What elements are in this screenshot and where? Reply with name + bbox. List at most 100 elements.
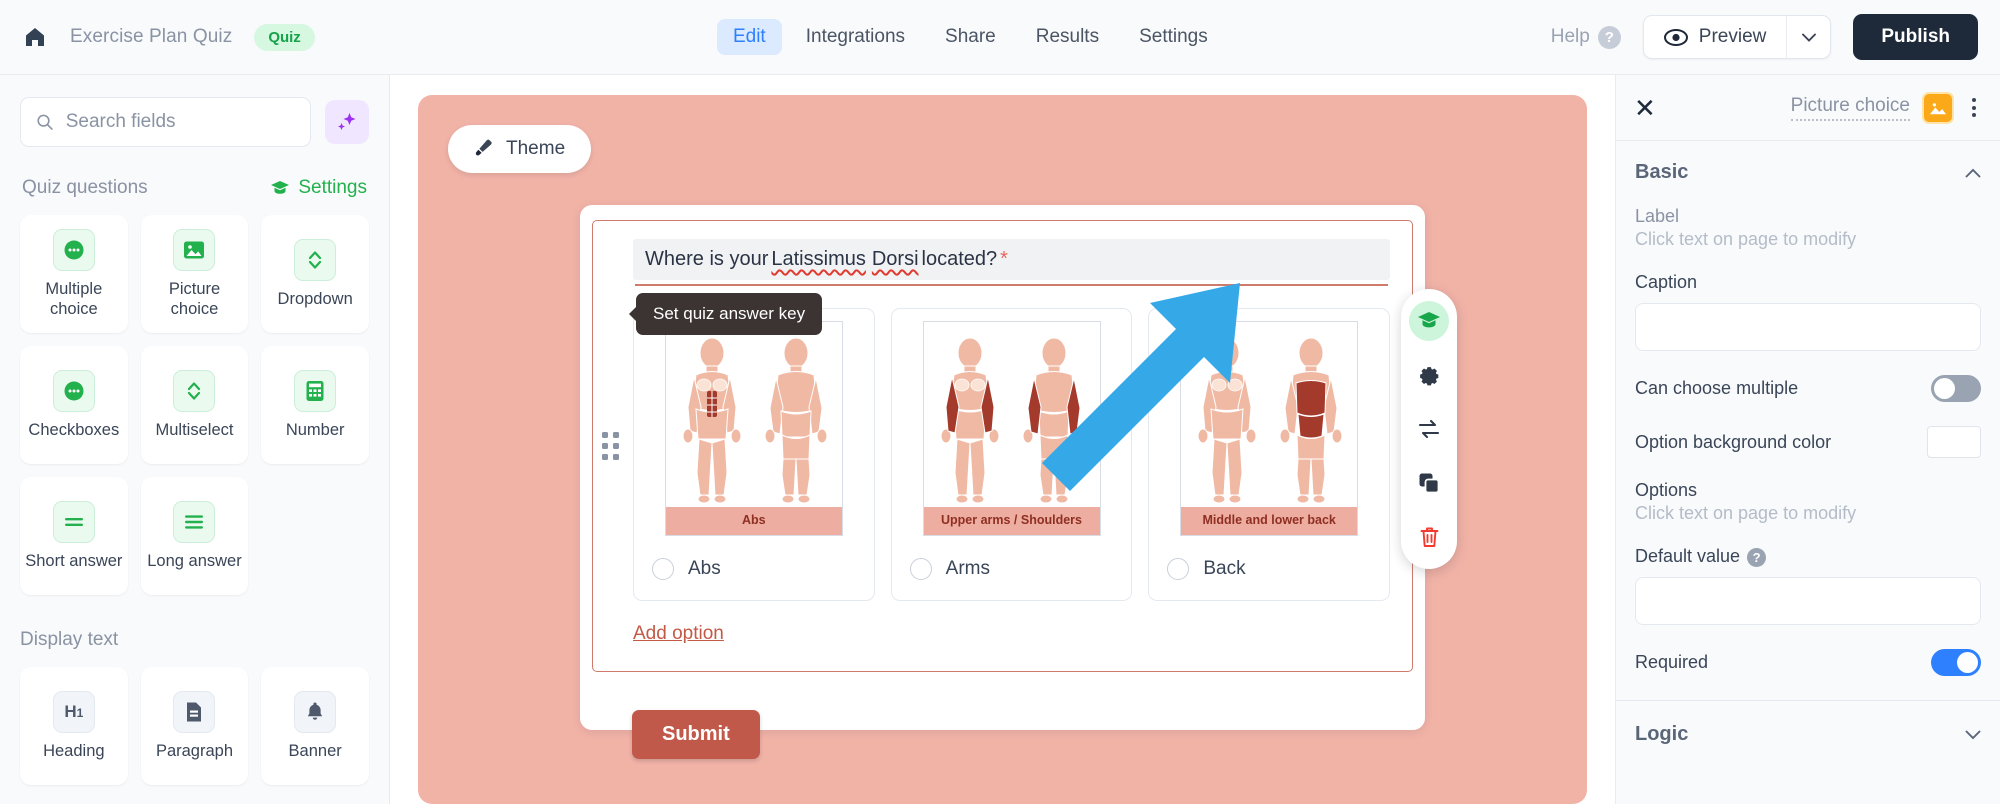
field-card-label: Short answer	[25, 551, 123, 570]
field-card-long-answer[interactable]: Long answer	[140, 477, 249, 595]
quiz-questions-title: Quiz questions	[22, 177, 148, 198]
theme-label: Theme	[506, 138, 566, 159]
required-label: Required	[1635, 652, 1709, 672]
form-canvas: Theme Where is your Latissimus Dorsi loc…	[390, 75, 1615, 804]
field-card-paragraph[interactable]: Paragraph	[140, 667, 249, 785]
search-row	[20, 97, 369, 147]
copy-icon	[1419, 473, 1440, 494]
field-card-dropdown[interactable]: Dropdown	[261, 215, 369, 333]
caption-input[interactable]	[1635, 303, 1981, 351]
delete-field-button[interactable]	[1409, 517, 1449, 557]
search-input[interactable]	[65, 111, 295, 133]
option-footer: Abs	[646, 536, 862, 600]
options-field: Options Click text on page to modify	[1635, 480, 1981, 524]
theme-button[interactable]: Theme	[448, 125, 592, 173]
picture-option-abs[interactable]: Abs Abs	[633, 308, 875, 601]
tab-results[interactable]: Results	[1020, 19, 1115, 55]
help-button[interactable]: Help ?	[1551, 25, 1621, 49]
chevron-up-down-icon	[294, 238, 337, 281]
chevron-up-icon	[1965, 168, 1981, 177]
swap-field-button[interactable]	[1409, 409, 1449, 449]
set-quiz-answer-key-button[interactable]	[1409, 301, 1449, 341]
field-card-multiple-choice[interactable]: Multiple choice	[20, 215, 128, 333]
option-label: Abs	[688, 557, 721, 579]
image-icon[interactable]	[1922, 91, 1954, 124]
body-row: Quiz questions Settings Multiple choice	[0, 75, 2000, 804]
search-icon	[37, 114, 53, 130]
field-card-label: Checkboxes	[28, 420, 120, 439]
field-card-label: Banner	[288, 741, 342, 760]
required-row: Required	[1635, 649, 1981, 676]
right-properties-panel: ✕ Picture choice Basic Label Click text …	[1615, 75, 2000, 804]
app-root: Exercise Plan Quiz Quiz Edit Integration…	[0, 0, 2000, 804]
question-mark-icon[interactable]: ?	[1747, 547, 1767, 567]
chevron-up-down-icon	[173, 369, 216, 412]
form-sheet: Where is your Latissimus Dorsi located? *	[580, 205, 1457, 759]
quiz-questions-section-header: Quiz questions Settings	[22, 177, 367, 199]
option-label: Arms	[945, 557, 990, 579]
field-card-heading[interactable]: H1 Heading	[20, 667, 128, 785]
question-underline	[635, 284, 1388, 286]
option-image-caption: Middle and lower back	[1181, 507, 1358, 535]
body-front-arms-illustration	[940, 337, 999, 504]
home-icon[interactable]	[22, 24, 48, 50]
field-card-banner[interactable]: Banner	[261, 667, 369, 785]
field-card-checkboxes[interactable]: Checkboxes	[20, 346, 128, 464]
duplicate-field-button[interactable]	[1409, 463, 1449, 503]
tab-edit[interactable]: Edit	[716, 19, 782, 55]
close-icon[interactable]: ✕	[1634, 95, 1656, 121]
picture-options-row: Abs Abs Upper arms / Shoulders Arms Midd…	[633, 308, 1391, 601]
preview-button[interactable]: Preview	[1644, 16, 1787, 58]
field-card-picture-choice[interactable]: Picture choice	[140, 215, 249, 333]
document-icon	[173, 690, 216, 733]
option-radio-arms[interactable]	[909, 557, 932, 580]
topbar-right: Help ? Preview Publish	[1551, 14, 2000, 60]
drag-handle[interactable]	[602, 431, 619, 460]
question-mark-icon: ?	[1597, 25, 1621, 49]
option-label: Back	[1203, 557, 1246, 579]
two-lines-icon	[52, 500, 95, 543]
quiz-field-grid: Multiple choice Picture choice Dropdown	[20, 215, 369, 595]
add-option-link[interactable]: Add option	[633, 623, 724, 645]
tab-settings[interactable]: Settings	[1123, 19, 1224, 55]
preview-dropdown-toggle[interactable]	[1786, 16, 1830, 58]
body-front-illustration	[1197, 337, 1257, 504]
can-choose-multiple-toggle[interactable]	[1931, 375, 1981, 402]
question-block[interactable]: Where is your Latissimus Dorsi located? *	[592, 220, 1413, 672]
question-text-before: Where is your	[645, 248, 769, 270]
picture-option-arms[interactable]: Upper arms / Shoulders Arms	[890, 308, 1133, 601]
option-radio-abs[interactable]	[652, 557, 674, 580]
ai-assist-button[interactable]	[325, 100, 369, 144]
tab-integrations[interactable]: Integrations	[790, 19, 921, 55]
field-card-short-answer[interactable]: Short answer	[20, 477, 128, 595]
option-radio-back[interactable]	[1167, 557, 1190, 580]
chat-bubble-dots-icon	[52, 369, 95, 412]
panel-header: ✕ Picture choice	[1616, 75, 2000, 141]
field-card-multiselect[interactable]: Multiselect	[140, 346, 249, 464]
options-title: Options	[1635, 480, 1698, 500]
question-misspelled-2: Dorsi	[871, 248, 919, 270]
more-vertical-icon[interactable]	[1966, 94, 1982, 121]
question-title[interactable]: Where is your Latissimus Dorsi located? *	[633, 239, 1390, 280]
logic-section-header[interactable]: Logic	[1635, 701, 1981, 746]
quiz-settings-link[interactable]: Settings	[270, 177, 367, 199]
field-card-number[interactable]: Number	[261, 346, 369, 464]
panel-body: Basic Label Click text on page to modify…	[1616, 141, 2000, 804]
publish-button[interactable]: Publish	[1853, 14, 1978, 60]
default-value-input[interactable]	[1635, 577, 1981, 625]
tab-share[interactable]: Share	[929, 19, 1012, 55]
submit-button[interactable]: Submit	[632, 710, 760, 759]
field-settings-button[interactable]	[1409, 355, 1449, 395]
picture-option-back[interactable]: Middle and lower back Back	[1148, 308, 1391, 601]
can-choose-multiple-row: Can choose multiple	[1635, 375, 1981, 402]
option-background-color-swatch[interactable]	[1927, 426, 1981, 458]
option-image-abs	[666, 322, 842, 507]
field-card-label: Number	[285, 420, 345, 439]
search-box[interactable]	[20, 97, 311, 147]
theme-canvas: Theme Where is your Latissimus Dorsi loc…	[418, 95, 1587, 804]
h1-icon: H1	[52, 690, 95, 733]
option-image-frame: Middle and lower back	[1180, 321, 1359, 536]
required-toggle[interactable]	[1931, 649, 1981, 676]
basic-section-header[interactable]: Basic	[1635, 161, 1981, 184]
caption-field: Caption	[1635, 272, 1981, 351]
